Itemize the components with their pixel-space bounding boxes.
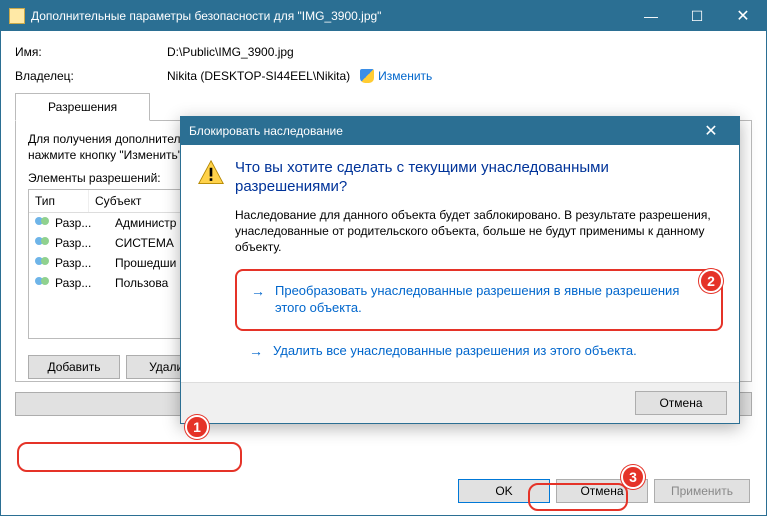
bottom-buttons: OK Отмена Применить [458,479,750,503]
name-label: Имя: [15,45,167,59]
shield-icon [360,69,374,83]
dialog-question: Что вы хотите сделать с текущими унаслед… [235,159,723,197]
annotation-badge-1: 1 [185,415,209,439]
option-convert-text: Преобразовать унаследованные разрешения … [275,283,707,317]
dialog-close-button[interactable]: ✕ [691,117,731,145]
col-type[interactable]: Тип [29,190,89,212]
users-icon [35,257,51,269]
apply-button[interactable]: Применить [654,479,750,503]
users-icon [35,277,51,289]
add-button[interactable]: Добавить [28,355,120,379]
dialog-body: Что вы хотите сделать с текущими унаслед… [181,145,739,382]
arrow-icon: → [249,343,263,360]
dialog-footer: Отмена [181,382,739,423]
annotation-badge-2: 2 [699,269,723,293]
arrow-icon: → [251,283,265,317]
option-remove-text: Удалить все унаследованные разрешения из… [273,343,637,360]
users-icon [35,217,51,229]
owner-value: Nikita (DESKTOP-SI44EEL\Nikita) [167,69,350,83]
maximize-button[interactable]: ☐ [674,1,720,31]
close-button[interactable]: ✕ [720,1,766,31]
owner-label: Владелец: [15,69,167,83]
folder-icon [9,8,25,24]
tab-permissions[interactable]: Разрешения [15,93,150,121]
block-inheritance-dialog: Блокировать наследование ✕ Что вы хотите… [180,116,740,424]
warning-icon [197,159,225,187]
ok-button[interactable]: OK [458,479,550,503]
annotation-badge-3: 3 [621,465,645,489]
dialog-titlebar[interactable]: Блокировать наследование ✕ [181,117,739,145]
minimize-button[interactable]: — [628,1,674,31]
dialog-cancel-button[interactable]: Отмена [635,391,727,415]
option-remove[interactable]: → Удалить все унаследованные разрешения … [235,331,723,372]
dialog-text: Наследование для данного объекта будет з… [235,207,723,256]
dialog-title: Блокировать наследование [189,124,691,138]
change-owner-link[interactable]: Изменить [378,69,432,83]
window-title: Дополнительные параметры безопасности дл… [31,9,628,23]
name-value: D:\Public\IMG_3900.jpg [167,45,294,59]
titlebar[interactable]: Дополнительные параметры безопасности дл… [1,1,766,31]
users-icon [35,237,51,249]
option-convert[interactable]: → Преобразовать унаследованные разрешени… [235,269,723,331]
